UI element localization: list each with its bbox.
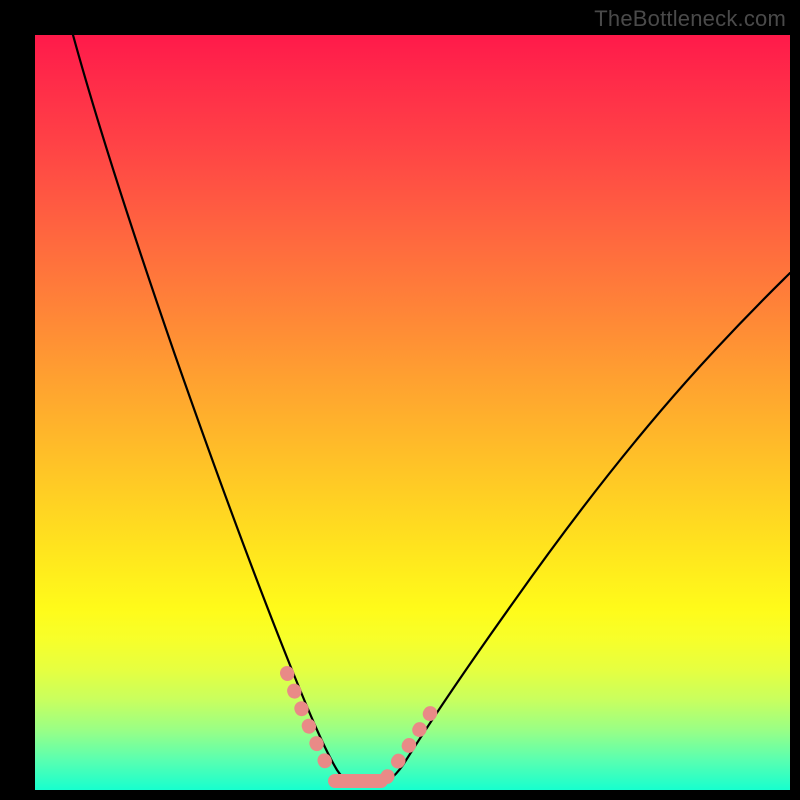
watermark-text: TheBottleneck.com (594, 6, 786, 32)
right-wall-marker (387, 703, 437, 777)
bottleneck-curve-line (73, 35, 790, 784)
chart-plot-area (35, 35, 790, 790)
chart-svg (35, 35, 790, 790)
left-wall-marker (287, 673, 331, 773)
